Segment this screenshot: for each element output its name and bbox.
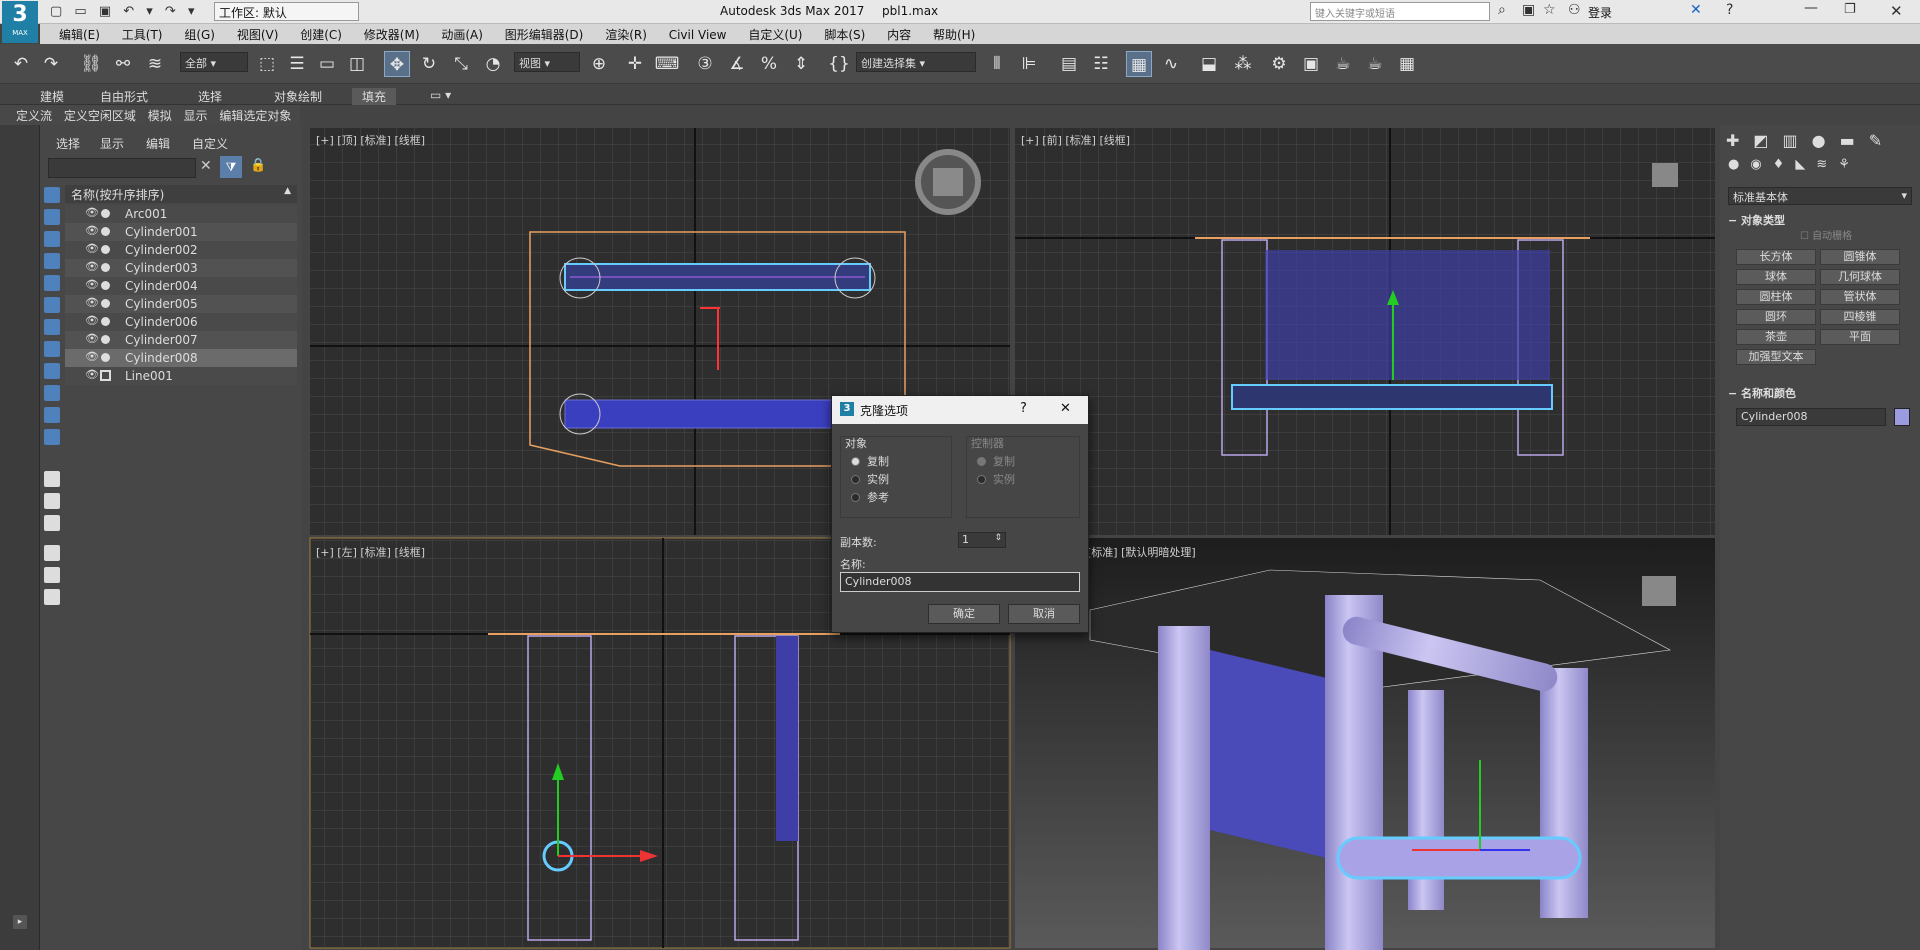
instance-radio[interactable] (851, 475, 860, 484)
torus-button[interactable]: 圆环 (1736, 309, 1816, 325)
object-group-label: 对象 (845, 437, 867, 450)
copies-label: 副本数: (840, 536, 877, 549)
autogrid-label: 自动栅格 (1812, 231, 1853, 242)
sphere-button[interactable]: 球体 (1736, 269, 1816, 285)
ok-button[interactable]: 确定 (928, 604, 1000, 624)
reference-radio-label: 参考 (867, 491, 889, 504)
controller-groupbox: 控制器 复制 实例 (966, 436, 1080, 518)
cone-button[interactable]: 圆锥体 (1820, 249, 1900, 265)
dialog-app-icon: 3 (840, 402, 854, 416)
tube-button[interactable]: 管状体 (1820, 289, 1900, 305)
object-type-title: 对象类型 (1741, 214, 1786, 227)
chevron-down-icon: ▾ (1901, 189, 1907, 202)
dialog-close-icon[interactable]: ✕ (1060, 401, 1071, 416)
autogrid-checkbox[interactable]: ☐ 自动栅格 (1800, 227, 1852, 242)
plane-button[interactable]: 平面 (1820, 329, 1900, 345)
object-name-field[interactable]: Cylinder008 (1736, 408, 1886, 426)
controller-copy-label: 复制 (993, 455, 1015, 468)
cancel-button[interactable]: 取消 (1008, 604, 1080, 624)
spinner-arrows-icon: ⇕ (994, 533, 1002, 543)
viewport-top-label[interactable]: [+] [顶] [标准] [线框] (316, 132, 425, 148)
controller-instance-label: 实例 (993, 473, 1015, 486)
viewport-front-label[interactable]: [+] [前] [标准] [线框] (1021, 132, 1130, 148)
copy-radio[interactable] (851, 457, 860, 466)
name-label: 名称: (840, 558, 866, 571)
viewport-front[interactable] (1015, 128, 1715, 535)
dialog-titlebar[interactable]: 3 克隆选项 ? ✕ (832, 396, 1088, 424)
clone-name-input[interactable]: Cylinder008 (840, 572, 1080, 592)
dialog-help-icon[interactable]: ? (1020, 401, 1027, 416)
box-button[interactable]: 长方体 (1736, 249, 1816, 265)
copies-value: 1 (962, 533, 969, 546)
instance-radio-label: 实例 (867, 473, 889, 486)
clone-name-value: Cylinder008 (845, 575, 912, 588)
dialog-title: 克隆选项 (860, 404, 909, 418)
controller-group-label: 控制器 (971, 437, 1004, 450)
name-color-title: 名称和颜色 (1741, 387, 1797, 400)
geosphere-button[interactable]: 几何球体 (1820, 269, 1900, 285)
viewport-persp-label[interactable]: [标准] [默认明暗处理] (1087, 544, 1196, 560)
pyramid-button[interactable]: 四棱锥 (1820, 309, 1900, 325)
object-name-value: Cylinder008 (1741, 410, 1808, 423)
controller-instance-radio (977, 475, 986, 484)
object-color-swatch[interactable] (1894, 408, 1910, 426)
reference-radio[interactable] (851, 493, 860, 502)
textplus-button[interactable]: 加强型文本 (1736, 349, 1816, 365)
cylinder-button[interactable]: 圆柱体 (1736, 289, 1816, 305)
controller-copy-radio (977, 457, 986, 466)
name-color-rollout-header[interactable]: − 名称和颜色 (1728, 385, 1796, 401)
object-type-rollout-header[interactable]: − 对象类型 (1728, 212, 1785, 228)
command-panel-tabs[interactable]: ✚◩▥●▬✎ (1726, 131, 1916, 151)
copy-radio-label: 复制 (867, 455, 889, 468)
viewport-perspective[interactable] (1015, 538, 1715, 950)
command-panel: ✚◩▥●▬✎ ●◉♦◣≋⚘ 标准基本体 ▾ − 对象类型 ☐ 自动栅格 长方体 … (1720, 125, 1920, 950)
viewport-left-label[interactable]: [+] [左] [标准] [线框] (316, 544, 425, 560)
clone-options-dialog: 3 克隆选项 ? ✕ 对象 复制 实例 参考 控制器 复制 实例 副本数: 1 … (831, 395, 1089, 633)
object-groupbox: 对象 复制 实例 参考 (840, 436, 952, 518)
primitive-type-dropdown[interactable]: 标准基本体 ▾ (1728, 187, 1912, 205)
copies-spinner[interactable]: 1 ⇕ (958, 532, 1006, 548)
primitive-type-label: 标准基本体 (1733, 191, 1788, 204)
create-category-icons[interactable]: ●◉♦◣≋⚘ (1728, 157, 1918, 175)
teapot-button[interactable]: 茶壶 (1736, 329, 1816, 345)
